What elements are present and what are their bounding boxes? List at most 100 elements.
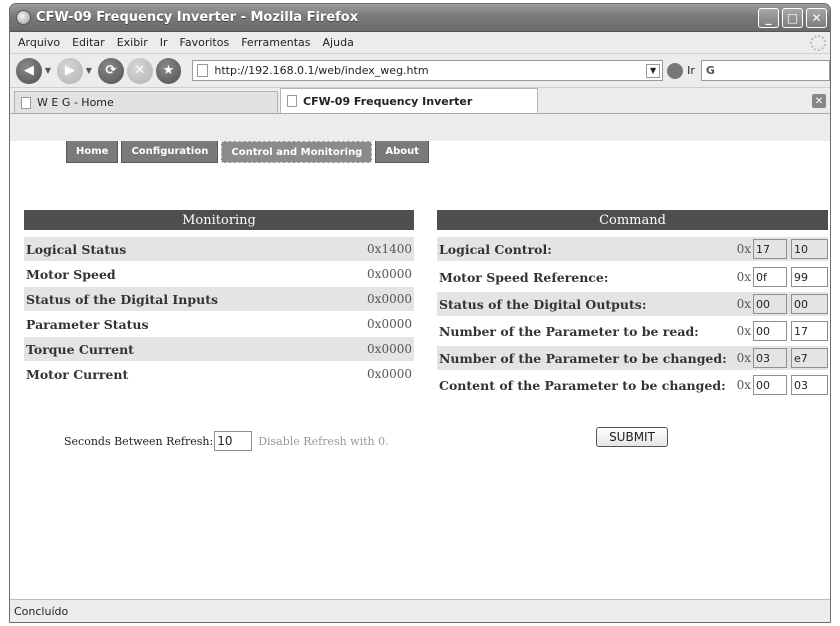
row-label: Motor Current — [26, 366, 129, 382]
tab-cfw09[interactable]: CFW-09 Frequency Inverter — [280, 88, 538, 113]
param-content-high-field[interactable]: 00 — [753, 375, 787, 395]
search-engine-icon: G — [705, 64, 715, 77]
url-dropdown-icon[interactable]: ▼ — [646, 63, 661, 78]
refresh-hint: Disable Refresh with 0. — [258, 434, 389, 448]
browser-window: CFW-09 Frequency Inverter - Mozilla Fire… — [9, 3, 831, 623]
nav-about[interactable]: About — [375, 141, 430, 163]
command-row: Motor Speed Reference: 0x 0f 99 — [437, 265, 828, 289]
speed-reference-low-field[interactable]: 99 — [791, 267, 828, 287]
throbber-icon — [810, 34, 826, 51]
address-bar[interactable]: http://192.168.0.1/web/index_weg.htm ▼ — [192, 60, 664, 81]
tab-weg-home[interactable]: W E G - Home — [14, 91, 278, 113]
refresh-seconds-input[interactable]: 10 — [214, 431, 253, 451]
menu-arquivo[interactable]: Arquivo — [18, 36, 60, 49]
param-change-number-low-field: e7 — [791, 348, 828, 368]
back-button[interactable]: ◀ — [16, 57, 42, 84]
title-bar: CFW-09 Frequency Inverter - Mozilla Fire… — [10, 4, 830, 32]
refresh-control: Seconds Between Refresh: 10 Disable Refr… — [64, 431, 389, 451]
monitoring-row: Parameter Status 0x0000 — [24, 312, 414, 336]
row-label: Status of the Digital Outputs: — [439, 296, 647, 312]
go-button[interactable]: Ir — [667, 62, 695, 79]
status-text: Concluído — [14, 604, 69, 618]
hex-prefix: 0x — [736, 270, 751, 284]
minimize-button[interactable]: _ — [758, 7, 779, 28]
forward-history-dropdown[interactable]: ▼ — [86, 66, 92, 75]
site-navigation: Home Configuration Control and Monitorin… — [66, 141, 432, 163]
param-read-high-field[interactable]: 00 — [753, 321, 787, 341]
stop-button[interactable]: ✕ — [126, 57, 153, 84]
menu-favoritos[interactable]: Favoritos — [180, 36, 230, 49]
go-arrow-icon — [667, 62, 684, 79]
nav-home[interactable]: Home — [66, 141, 119, 163]
monitoring-row: Torque Current 0x0000 — [24, 337, 414, 361]
row-label: Parameter Status — [26, 316, 149, 332]
monitoring-row: Status of the Digital Inputs 0x0000 — [24, 287, 414, 311]
row-label: Logical Status — [26, 241, 127, 257]
command-row: Number of the Parameter to be read: 0x 0… — [437, 319, 828, 343]
hex-prefix: 0x — [736, 378, 751, 392]
command-row: Logical Control: 0x 17 10 — [437, 237, 828, 261]
command-header: Command — [437, 210, 828, 230]
tab-label: CFW-09 Frequency Inverter — [303, 94, 473, 108]
monitoring-row: Motor Current 0x0000 — [24, 362, 414, 386]
maximize-button[interactable]: □ — [782, 7, 803, 28]
digital-outputs-high-field: 00 — [753, 294, 787, 314]
command-row: Number of the Parameter to be changed: 0… — [437, 346, 828, 370]
page-content: Home Configuration Control and Monitorin… — [10, 141, 830, 599]
status-bar: Concluído — [10, 599, 830, 622]
command-row: Content of the Parameter to be changed: … — [437, 373, 828, 397]
menu-editar[interactable]: Editar — [72, 36, 105, 49]
logical-control-high-field: 17 — [753, 239, 787, 259]
row-label: Status of the Digital Inputs — [26, 291, 219, 307]
row-value: 0x0000 — [367, 317, 412, 331]
logical-control-low-field: 10 — [791, 239, 828, 259]
firefox-icon — [16, 10, 31, 25]
close-window-button[interactable]: ✕ — [806, 7, 827, 28]
monitoring-row: Logical Status 0x1400 — [24, 237, 414, 261]
window-title: CFW-09 Frequency Inverter - Mozilla Fire… — [36, 10, 359, 25]
forward-button[interactable]: ▶ — [56, 57, 83, 84]
tab-page-icon — [287, 95, 297, 107]
refresh-label: Seconds Between Refresh: — [64, 434, 214, 448]
row-label: Motor Speed — [26, 266, 116, 282]
row-value: 0x1400 — [367, 242, 412, 256]
menu-ferramentas[interactable]: Ferramentas — [241, 36, 310, 49]
nav-control-monitoring[interactable]: Control and Monitoring — [221, 141, 373, 163]
tab-bar: W E G - Home CFW-09 Frequency Inverter ✕ — [10, 88, 830, 114]
submit-button[interactable]: SUBMIT — [596, 427, 668, 447]
row-label: Torque Current — [26, 341, 134, 357]
monitoring-header: Monitoring — [24, 210, 414, 230]
digital-outputs-low-field: 00 — [791, 294, 828, 314]
param-change-number-high-field: 03 — [753, 348, 787, 368]
monitoring-row: Motor Speed 0x0000 — [24, 262, 414, 286]
back-history-dropdown[interactable]: ▼ — [45, 66, 51, 75]
row-value: 0x0000 — [367, 367, 412, 381]
row-label: Number of the Parameter to be read: — [439, 323, 699, 339]
hex-prefix: 0x — [736, 351, 751, 365]
param-content-low-field[interactable]: 03 — [791, 375, 828, 395]
row-label: Motor Speed Reference: — [439, 269, 609, 285]
nav-configuration[interactable]: Configuration — [121, 141, 219, 163]
url-text[interactable]: http://192.168.0.1/web/index_weg.htm — [214, 64, 646, 77]
reload-button[interactable]: ⟳ — [97, 57, 124, 84]
param-read-low-field[interactable]: 17 — [791, 321, 828, 341]
speed-reference-high-field[interactable]: 0f — [753, 267, 787, 287]
menu-exibir[interactable]: Exibir — [117, 36, 148, 49]
go-label: Ir — [687, 64, 695, 77]
row-value: 0x0000 — [367, 342, 412, 356]
tab-label: W E G - Home — [37, 96, 114, 109]
hex-prefix: 0x — [736, 242, 751, 256]
row-value: 0x0000 — [367, 292, 412, 306]
row-label: Content of the Parameter to be changed: — [439, 377, 726, 393]
page-icon — [197, 64, 209, 77]
search-box[interactable]: G — [700, 60, 830, 81]
home-button[interactable]: ★ — [155, 57, 182, 84]
hex-prefix: 0x — [736, 324, 751, 338]
close-tab-icon[interactable]: ✕ — [812, 94, 826, 108]
menu-ajuda[interactable]: Ajuda — [323, 36, 354, 49]
menu-ir[interactable]: Ir — [160, 36, 168, 49]
tab-page-icon — [21, 96, 31, 109]
row-label: Logical Control: — [439, 241, 552, 257]
row-value: 0x0000 — [367, 267, 412, 281]
row-label: Number of the Parameter to be changed: — [439, 350, 727, 366]
